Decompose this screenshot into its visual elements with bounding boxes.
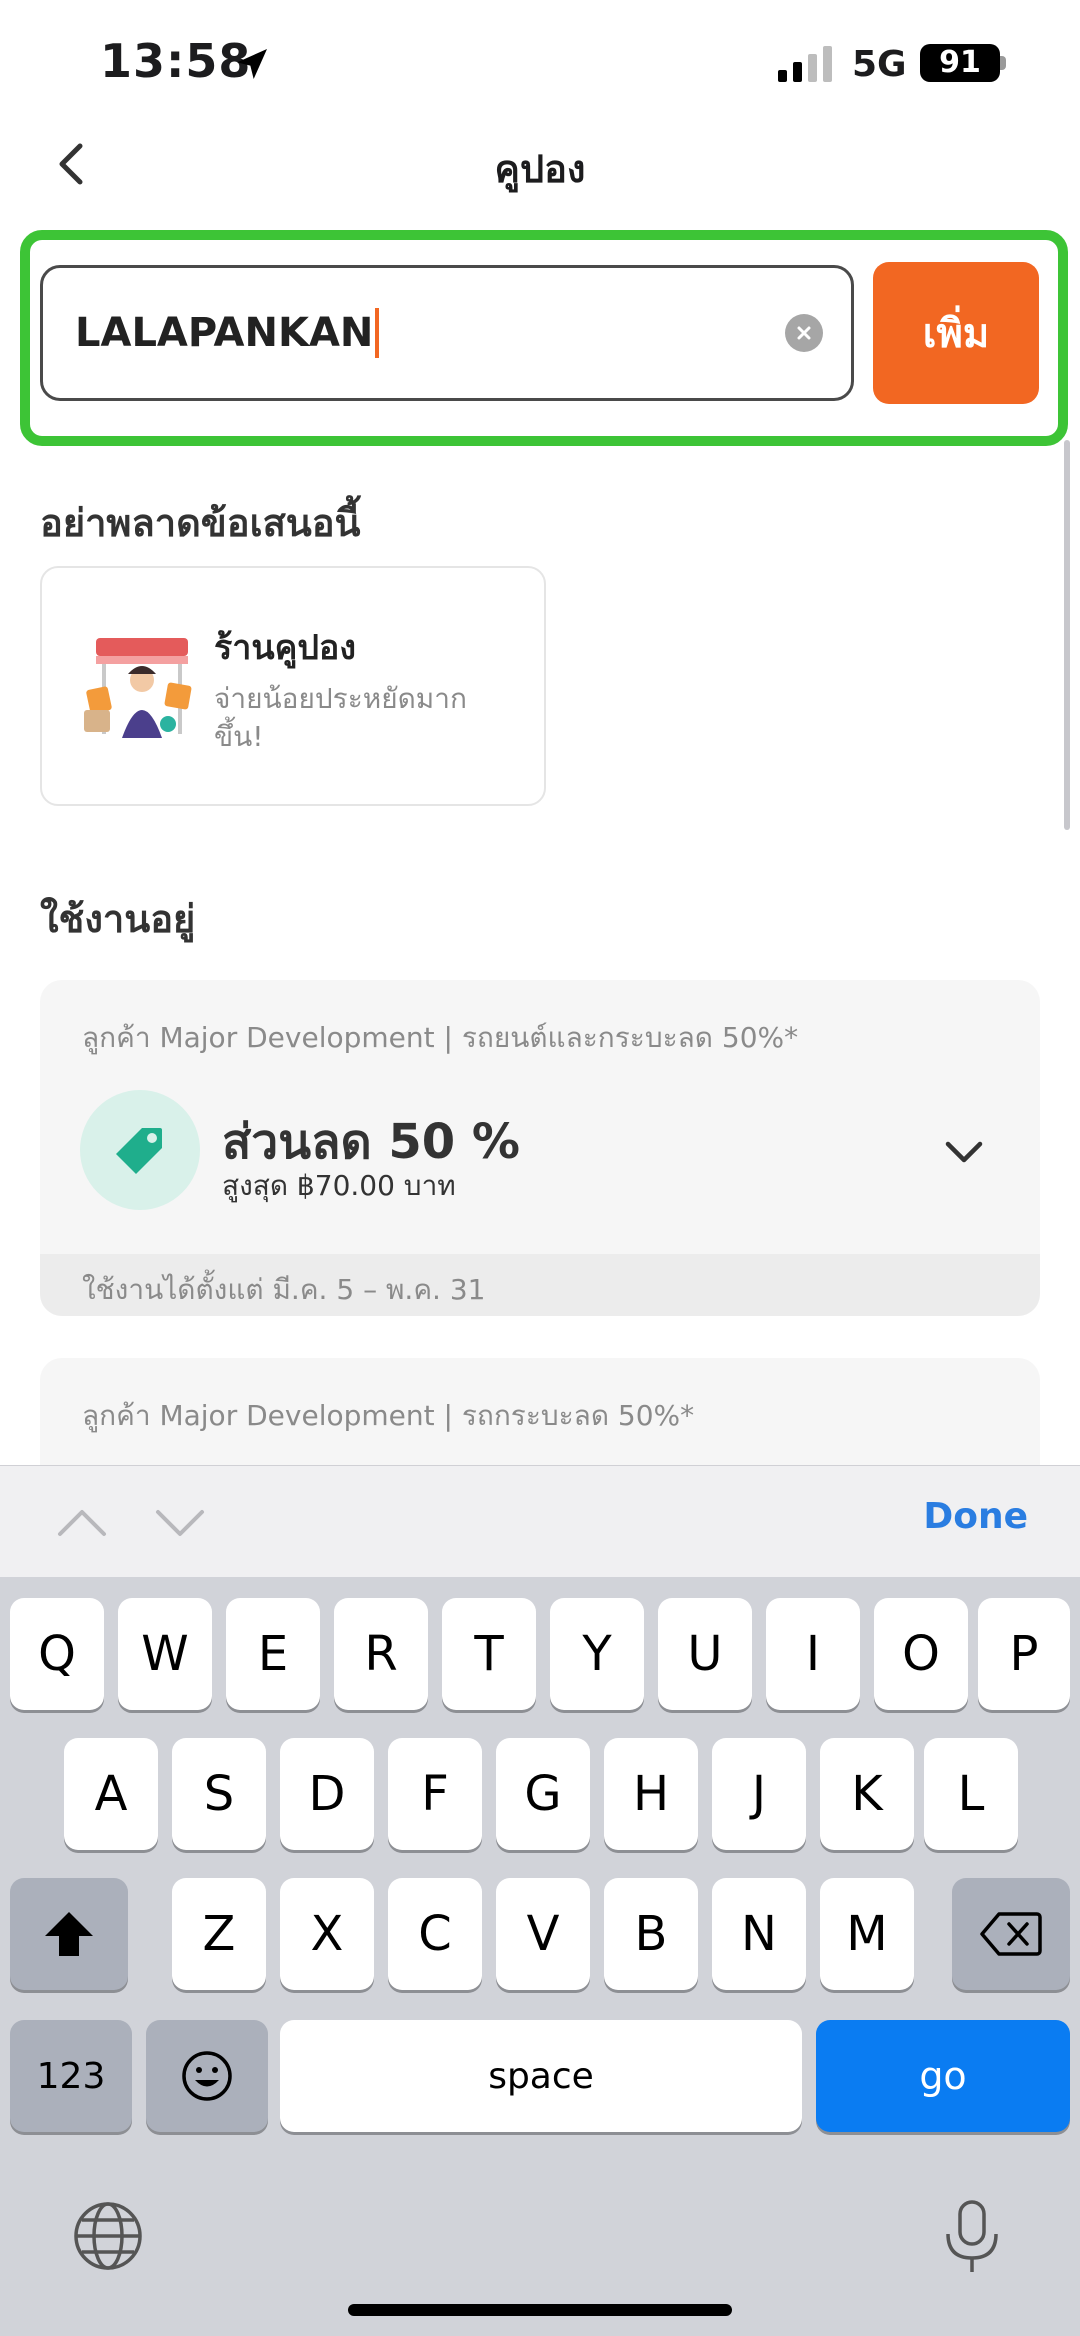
coupon-code-input[interactable]: LALAPANKAN <box>40 265 854 401</box>
status-bar: 13:58 5G 91 <box>0 0 1080 120</box>
key-p[interactable]: P <box>978 1598 1070 1710</box>
done-button[interactable]: Done <box>923 1496 1028 1537</box>
key-l[interactable]: L <box>924 1738 1018 1850</box>
key-e[interactable]: E <box>226 1598 320 1710</box>
battery-icon: 91 <box>920 44 1000 82</box>
key-f[interactable]: F <box>388 1738 482 1850</box>
add-coupon-button[interactable]: เพิ่ม <box>873 262 1039 404</box>
chevron-down-icon[interactable] <box>150 1494 210 1550</box>
globe-icon[interactable] <box>68 2196 148 2276</box>
coupon-validity: ใช้งานได้ตั้งแต่ มี.ค. 5 – พ.ค. 31 <box>40 1254 1040 1316</box>
chevron-up-icon[interactable] <box>52 1494 112 1550</box>
scrollbar[interactable] <box>1064 440 1070 830</box>
go-key[interactable]: go <box>816 2020 1070 2132</box>
key-d[interactable]: D <box>280 1738 374 1850</box>
battery-tip <box>1000 56 1006 70</box>
key-x[interactable]: X <box>280 1878 374 1990</box>
page-title: คูปอง <box>494 147 586 191</box>
network-type: 5G <box>852 44 907 85</box>
key-q[interactable]: Q <box>10 1598 104 1710</box>
key-h[interactable]: H <box>604 1738 698 1850</box>
active-section-title: ใช้งานอยู่ <box>40 897 196 941</box>
coupon-code-value: LALAPANKAN <box>75 308 380 358</box>
key-r[interactable]: R <box>334 1598 428 1710</box>
coupon-card[interactable]: ลูกค้า Major Development | รถยนต์และกระบ… <box>40 980 1040 1316</box>
key-i[interactable]: I <box>766 1598 860 1710</box>
backspace-icon <box>980 1912 1042 1956</box>
battery-level: 91 <box>939 45 981 80</box>
key-k[interactable]: K <box>820 1738 914 1850</box>
text-caret <box>375 308 380 358</box>
shift-key[interactable] <box>10 1878 128 1990</box>
status-time: 13:58 <box>100 34 252 88</box>
coupon-label: ลูกค้า Major Development | รถยนต์และกระบ… <box>82 1021 799 1054</box>
clear-input-icon[interactable] <box>785 314 823 352</box>
backspace-key[interactable] <box>952 1878 1070 1990</box>
keyboard-toolbar: Done <box>0 1465 1080 1577</box>
location-arrow-icon <box>237 49 267 79</box>
key-g[interactable]: G <box>496 1738 590 1850</box>
key-o[interactable]: O <box>874 1598 968 1710</box>
key-y[interactable]: Y <box>550 1598 644 1710</box>
key-w[interactable]: W <box>118 1598 212 1710</box>
key-a[interactable]: A <box>64 1738 158 1850</box>
offers-section-title: อย่าพลาดข้อเสนอนี้ <box>40 501 361 545</box>
tag-icon <box>116 1128 162 1174</box>
key-u[interactable]: U <box>658 1598 752 1710</box>
microphone-icon[interactable] <box>932 2196 1012 2276</box>
coupon-validity-text: ใช้งานได้ตั้งแต่ มี.ค. 5 – พ.ค. 31 <box>82 1273 486 1306</box>
close-icon <box>797 326 811 340</box>
cellular-signal-icon <box>778 46 832 82</box>
coupon-code-text: LALAPANKAN <box>75 310 374 356</box>
coupon-shop-title: ร้านคูปอง <box>214 628 356 668</box>
key-n[interactable]: N <box>712 1878 806 1990</box>
key-j[interactable]: J <box>712 1738 806 1850</box>
key-t[interactable]: T <box>442 1598 536 1710</box>
coupon-shop-illustration-icon <box>84 638 192 738</box>
coupon-shop-card[interactable]: ร้านคูปอง จ่ายน้อยประหยัดมากขึ้น! <box>40 566 546 806</box>
key-s[interactable]: S <box>172 1738 266 1850</box>
chevron-down-icon[interactable] <box>940 1128 988 1176</box>
home-indicator <box>348 2304 732 2316</box>
emoji-key[interactable] <box>146 2020 268 2132</box>
shift-icon <box>45 1912 93 1956</box>
key-m[interactable]: M <box>820 1878 914 1990</box>
numbers-key[interactable]: 123 <box>10 2020 132 2132</box>
space-key[interactable]: space <box>280 2020 802 2132</box>
tag-icon-badge <box>80 1090 200 1210</box>
key-b[interactable]: B <box>604 1878 698 1990</box>
key-z[interactable]: Z <box>172 1878 266 1990</box>
emoji-icon <box>182 2051 232 2101</box>
coupon-shop-subtitle: จ่ายน้อยประหยัดมากขึ้น! <box>214 682 467 753</box>
key-c[interactable]: C <box>388 1878 482 1990</box>
key-v[interactable]: V <box>496 1878 590 1990</box>
coupon-max-amount: สูงสุด ฿70.00 บาท <box>222 1169 456 1202</box>
coupon-label: ลูกค้า Major Development | รถกระบะลด 50%… <box>82 1399 695 1432</box>
